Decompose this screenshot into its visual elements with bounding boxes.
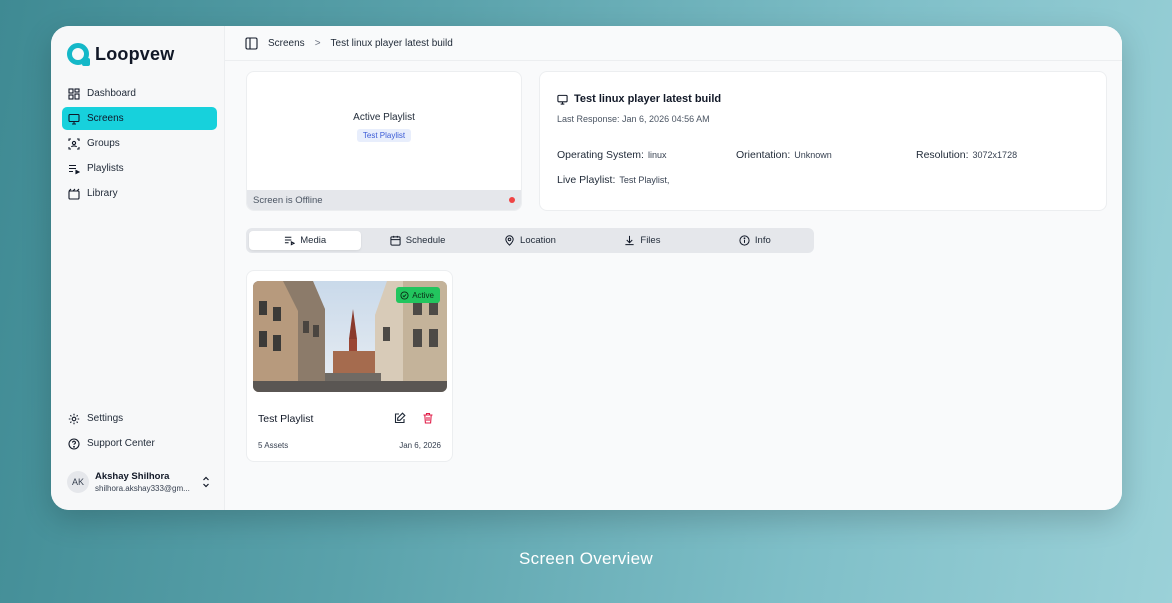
tab-info[interactable]: Info: [699, 231, 811, 250]
playlist-card[interactable]: Active Test Playlist 5 Assets Jan 6, 202…: [246, 270, 453, 462]
screen-status-bar: Screen is Offline: [247, 190, 521, 210]
sidebar-item-screens[interactable]: Screens: [62, 107, 217, 130]
live-playlist-value: Test Playlist,: [619, 175, 670, 185]
user-email: shilhora.akshay333@gm...: [95, 484, 190, 493]
playlist-actions: [394, 412, 434, 424]
breadcrumb: Screens > Test linux player latest build: [225, 26, 1122, 61]
tab-location[interactable]: Location: [474, 231, 586, 250]
sidebar-item-label: Support Center: [87, 438, 155, 449]
orientation-label: Orientation:: [736, 149, 791, 161]
status-badge-label: Active: [412, 290, 434, 300]
tab-schedule[interactable]: Schedule: [361, 231, 473, 250]
location-pin-icon: [505, 235, 514, 246]
sidebar-item-playlists[interactable]: Playlists: [62, 157, 217, 180]
resolution-field: Resolution: 3072x1728: [916, 149, 1017, 161]
screen-title: Test linux player latest build: [574, 93, 722, 105]
gear-icon: [68, 413, 80, 424]
media-icon: [285, 236, 296, 246]
tab-files[interactable]: Files: [586, 231, 698, 250]
playlist-date: Jan 6, 2026: [399, 441, 441, 450]
main-content: Screens > Test linux player latest build…: [225, 26, 1122, 510]
os-value: linux: [647, 150, 667, 160]
os-field: Operating System: linux: [557, 149, 666, 161]
download-icon: [625, 235, 635, 246]
sidebar-item-label: Dashboard: [87, 88, 136, 99]
page-caption: Screen Overview: [519, 549, 653, 568]
library-icon: [68, 188, 80, 200]
last-response: Last Response: Jan 6, 2026 04:56 AM: [557, 114, 710, 124]
app-window: Loopvew Dashboard Screens Groups Playlis…: [51, 26, 1122, 510]
app-name: Loopvew: [95, 43, 175, 64]
screen-info-card: Test linux player latest build Last Resp…: [539, 71, 1107, 211]
tab-media[interactable]: Media: [249, 231, 362, 250]
sidebar-item-label: Groups: [87, 138, 120, 149]
tab-label: Files: [640, 235, 661, 246]
monitor-icon: [68, 113, 80, 125]
edit-icon[interactable]: [394, 412, 406, 424]
user-menu[interactable]: AK Akshay Shilhora shilhora.akshay333@gm…: [62, 466, 217, 498]
resolution-label: Resolution:: [916, 149, 969, 161]
tab-label: Info: [754, 235, 771, 246]
trash-icon[interactable]: [422, 412, 434, 424]
tab-label: Schedule: [405, 235, 446, 246]
check-circle-icon: [400, 290, 409, 300]
playlist-thumbnail[interactable]: Active: [253, 281, 447, 392]
user-name: Akshay Shilhora: [95, 471, 170, 482]
live-playlist-label: Live Playlist:: [557, 174, 616, 186]
active-playlist-chip[interactable]: Test Playlist: [356, 129, 412, 142]
sidebar-item-dashboard[interactable]: Dashboard: [62, 82, 217, 105]
help-icon: [68, 437, 80, 450]
breadcrumb-separator: >: [314, 37, 321, 49]
tab-label: Media: [300, 235, 327, 246]
sidebar-item-label: Library: [87, 188, 118, 199]
sidebar: Loopvew Dashboard Screens Groups Playlis…: [51, 26, 225, 510]
screen-status-text: Screen is Offline: [253, 194, 323, 206]
playlist-icon: [69, 164, 80, 174]
calendar-icon: [390, 235, 401, 246]
dashboard-icon: [68, 87, 80, 100]
os-label: Operating System:: [557, 149, 644, 161]
sidebar-item-library[interactable]: Library: [62, 182, 217, 205]
active-playlist-label: Active Playlist: [353, 112, 415, 123]
sidebar-toggle-icon[interactable]: [245, 36, 258, 50]
info-icon: [739, 235, 750, 246]
sidebar-item-label: Settings: [87, 413, 124, 424]
sidebar-nav: Dashboard Screens Groups Playlists Libra…: [62, 82, 217, 207]
orientation-field: Orientation: Unknown: [736, 149, 832, 161]
avatar: AK: [67, 471, 89, 493]
breadcrumb-screens[interactable]: Screens: [268, 38, 305, 49]
sidebar-item-label: Screens: [87, 113, 124, 124]
sidebar-item-settings[interactable]: Settings: [62, 407, 217, 430]
chevron-up-down-icon[interactable]: [201, 475, 211, 489]
sidebar-item-label: Playlists: [87, 163, 124, 174]
monitor-icon: [557, 94, 568, 105]
playlist-title: Test Playlist: [258, 413, 314, 425]
live-playlist-field: Live Playlist: Test Playlist,: [557, 174, 669, 186]
logo[interactable]: Loopvew: [67, 43, 175, 66]
groups-icon: [68, 137, 80, 150]
orientation-value: Unknown: [794, 150, 832, 160]
screen-preview-card: Active Playlist Test Playlist Screen is …: [246, 71, 522, 211]
breadcrumb-current: Test linux player latest build: [330, 37, 453, 49]
resolution-value: 3072x1728: [972, 150, 1018, 160]
status-dot: [509, 197, 515, 203]
playlist-asset-count: 5 Assets: [258, 441, 289, 450]
sidebar-bottom-nav: Settings Support Center: [62, 407, 217, 457]
sidebar-item-support-center[interactable]: Support Center: [62, 432, 217, 455]
sidebar-item-groups[interactable]: Groups: [62, 132, 217, 155]
status-badge: Active: [396, 287, 440, 303]
logo-icon: [67, 43, 90, 66]
tab-label: Location: [520, 235, 556, 246]
screen-tabs: Media Schedule Location Files Info: [246, 228, 814, 253]
